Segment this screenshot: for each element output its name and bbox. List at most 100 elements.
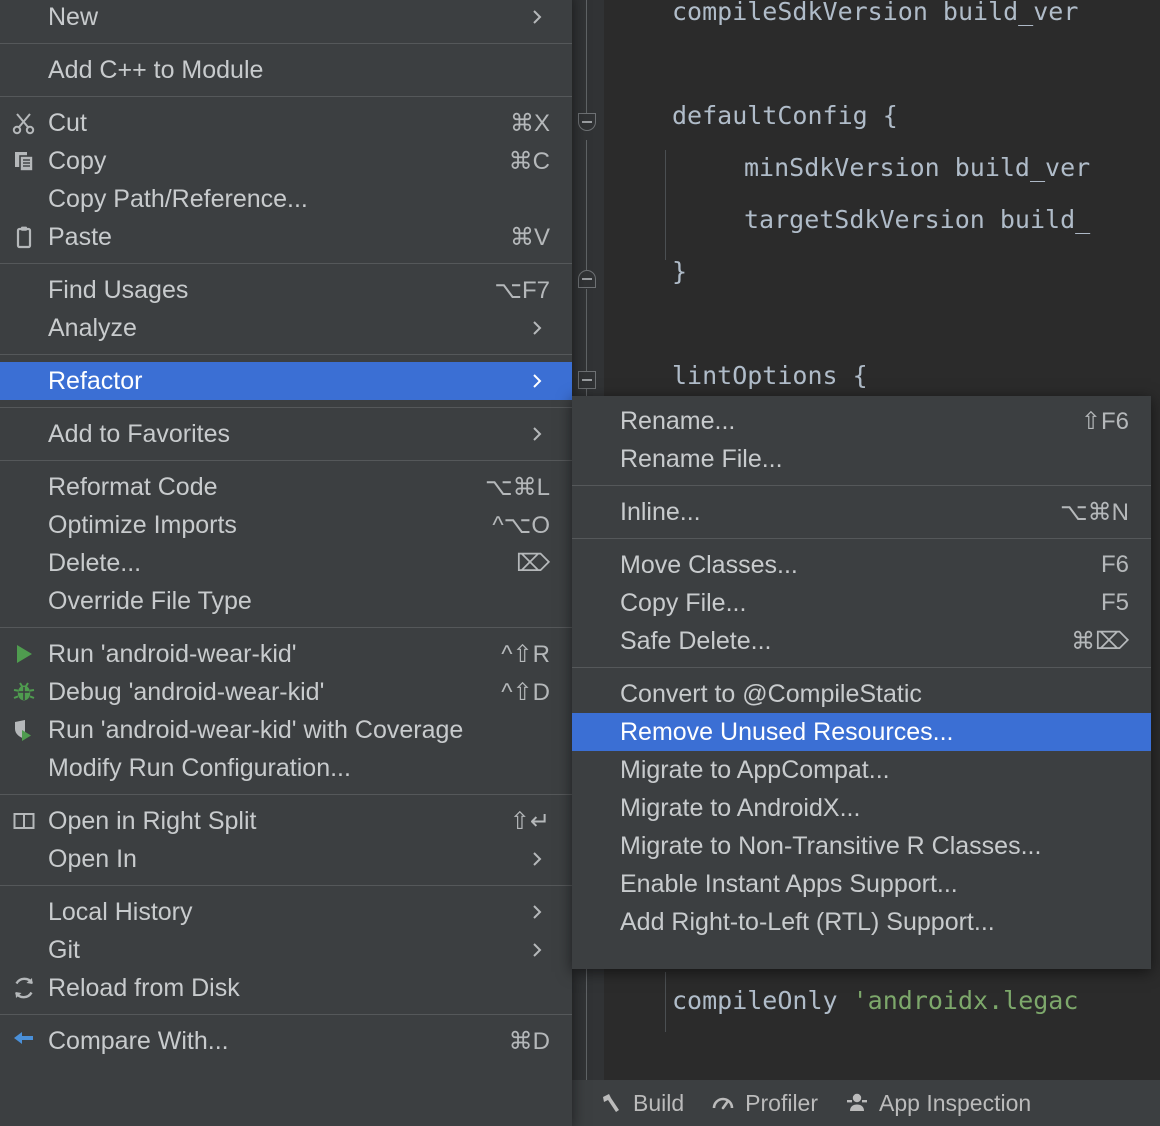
menu-item-copy[interactable]: Copy ⌘C (0, 142, 572, 180)
menu-item-open-in-right-split[interactable]: Open in Right Split ⇧↵ (0, 802, 572, 840)
menu-separator (0, 460, 572, 461)
menu-item-paste[interactable]: Paste ⌘V (0, 218, 572, 256)
submenu-item-add-rtl-support[interactable]: Add Right-to-Left (RTL) Support... (572, 903, 1151, 941)
menu-item-label: Remove Unused Resources... (620, 717, 954, 746)
menu-item-refactor[interactable]: Refactor (0, 362, 572, 400)
menu-item-shortcut: ⌘V (509, 223, 550, 251)
menu-item-label: Migrate to Non-Transitive R Classes... (620, 831, 1042, 860)
menu-item-label: Refactor (48, 366, 143, 395)
status-bar[interactable]: Build Profiler App Inspection (572, 1080, 1160, 1126)
code-line-bottom: compileOnly 'androidx.legac (672, 975, 1078, 1027)
menu-item-modify-run-configuration[interactable]: Modify Run Configuration... (0, 749, 572, 787)
status-item-build[interactable]: Build (598, 1090, 684, 1117)
menu-item-shortcut: F6 (1100, 551, 1129, 578)
menu-item-shortcut: ⌥⌘N (1060, 498, 1129, 526)
menu-item-add-cpp-to-module[interactable]: Add C++ to Module (0, 51, 572, 89)
submenu-item-copy-file[interactable]: Copy File... F5 (572, 584, 1151, 622)
submenu-item-migrate-to-non-transitive-r-classes[interactable]: Migrate to Non-Transitive R Classes... (572, 827, 1151, 865)
refactor-submenu[interactable]: Rename... ⇧F6 Rename File... Inline... ⌥… (572, 396, 1151, 969)
status-item-app-inspection[interactable]: App Inspection (844, 1090, 1031, 1117)
menu-item-shortcut: ^⌥O (492, 511, 550, 539)
menu-item-label: Rename File... (620, 444, 783, 473)
menu-item-label: Copy (48, 146, 107, 175)
project-context-menu[interactable]: New Add C++ to Module Cut ⌘X Copy ⌘C Cop… (0, 0, 572, 1126)
menu-item-label: Open in Right Split (48, 806, 257, 835)
code-line: targetSdkVersion build_ (744, 205, 1091, 234)
menu-item-shortcut: ⌦ (516, 549, 550, 577)
menu-item-copy-path-reference[interactable]: Copy Path/Reference... (0, 180, 572, 218)
code-line: lintOptions { (672, 361, 868, 390)
submenu-item-rename[interactable]: Rename... ⇧F6 (572, 402, 1151, 440)
menu-item-label: New (48, 2, 99, 31)
submenu-item-migrate-to-androidx[interactable]: Migrate to AndroidX... (572, 789, 1151, 827)
menu-item-shortcut: ⌘D (508, 1027, 550, 1055)
menu-item-shortcut: ⌥F7 (494, 276, 550, 304)
submenu-item-enable-instant-apps-support[interactable]: Enable Instant Apps Support... (572, 865, 1151, 903)
menu-item-shortcut: ⇧↵ (509, 807, 550, 835)
chevron-right-icon (524, 903, 550, 921)
menu-item-new[interactable]: New (0, 0, 572, 36)
submenu-item-remove-unused-resources[interactable]: Remove Unused Resources... (572, 713, 1151, 751)
status-item-profiler[interactable]: Profiler (710, 1090, 818, 1117)
menu-item-label: Convert to @CompileStatic (620, 679, 922, 708)
menu-separator (0, 1014, 572, 1015)
status-label: Build (633, 1089, 685, 1116)
menu-item-open-in[interactable]: Open In (0, 840, 572, 878)
menu-item-label: Enable Instant Apps Support... (620, 869, 958, 898)
menu-item-git[interactable]: Git (0, 931, 572, 969)
menu-item-label: Compare With... (48, 1026, 229, 1055)
menu-item-label: Rename... (620, 406, 736, 435)
menu-item-cut[interactable]: Cut ⌘X (0, 104, 572, 142)
menu-item-reformat-code[interactable]: Reformat Code ⌥⌘L (0, 468, 572, 506)
menu-item-label: Local History (48, 897, 193, 926)
menu-item-reload-from-disk[interactable]: Reload from Disk (0, 969, 572, 1007)
submenu-item-move-classes[interactable]: Move Classes... F6 (572, 546, 1151, 584)
menu-item-shortcut: F5 (1100, 589, 1129, 616)
menu-item-label: Inline... (620, 497, 701, 526)
menu-item-shortcut: ^⇧D (501, 678, 550, 706)
fold-line (586, 140, 587, 270)
menu-item-label: Migrate to AppCompat... (620, 755, 890, 784)
submenu-item-rename-file[interactable]: Rename File... (572, 440, 1151, 478)
fold-marker[interactable] (578, 371, 596, 389)
menu-item-label: Paste (48, 222, 112, 251)
menu-item-optimize-imports[interactable]: Optimize Imports ^⌥O (0, 506, 572, 544)
menu-separator (0, 263, 572, 264)
menu-item-debug[interactable]: Debug 'android-wear-kid' ^⇧D (0, 673, 572, 711)
fold-marker[interactable] (578, 113, 596, 131)
menu-item-label: Add C++ to Module (48, 55, 264, 84)
menu-item-label: Add Right-to-Left (RTL) Support... (620, 907, 995, 936)
menu-item-add-to-favorites[interactable]: Add to Favorites (0, 415, 572, 453)
menu-item-find-usages[interactable]: Find Usages ⌥F7 (0, 271, 572, 309)
chevron-right-icon (524, 425, 550, 443)
menu-item-local-history[interactable]: Local History (0, 893, 572, 931)
fold-marker[interactable] (578, 270, 596, 288)
chevron-right-icon (524, 850, 550, 868)
chevron-right-icon (524, 372, 550, 390)
fold-line (586, 289, 587, 372)
code-line: compileSdkVersion build_ver (672, 0, 1079, 26)
copy-icon (0, 148, 48, 174)
submenu-item-convert-to-compilestatic[interactable]: Convert to @CompileStatic (572, 675, 1151, 713)
menu-item-analyze[interactable]: Analyze (0, 309, 572, 347)
menu-separator (0, 354, 572, 355)
clipboard-icon (0, 224, 48, 250)
menu-item-label: Run 'android-wear-kid' (48, 639, 297, 668)
submenu-item-migrate-to-appcompat[interactable]: Migrate to AppCompat... (572, 751, 1151, 789)
status-label: Profiler (745, 1089, 819, 1116)
menu-item-compare-with[interactable]: Compare With... ⌘D (0, 1022, 572, 1060)
menu-item-label: Copy Path/Reference... (48, 184, 308, 213)
submenu-item-safe-delete[interactable]: Safe Delete... ⌘⌦ (572, 622, 1151, 660)
menu-item-shortcut: ⌘⌦ (1071, 627, 1129, 655)
hammer-icon (598, 1090, 624, 1116)
menu-item-shortcut: ⌘C (508, 147, 550, 175)
submenu-item-inline[interactable]: Inline... ⌥⌘N (572, 493, 1151, 531)
chevron-right-icon (524, 319, 550, 337)
menu-item-run-with-coverage[interactable]: Run 'android-wear-kid' with Coverage (0, 711, 572, 749)
menu-item-delete[interactable]: Delete... ⌦ (0, 544, 572, 582)
scissors-icon (0, 110, 48, 136)
menu-item-label: Run 'android-wear-kid' with Coverage (48, 715, 464, 744)
menu-item-run[interactable]: Run 'android-wear-kid' ^⇧R (0, 635, 572, 673)
menu-item-override-file-type[interactable]: Override File Type (0, 582, 572, 620)
reload-icon (0, 975, 48, 1001)
